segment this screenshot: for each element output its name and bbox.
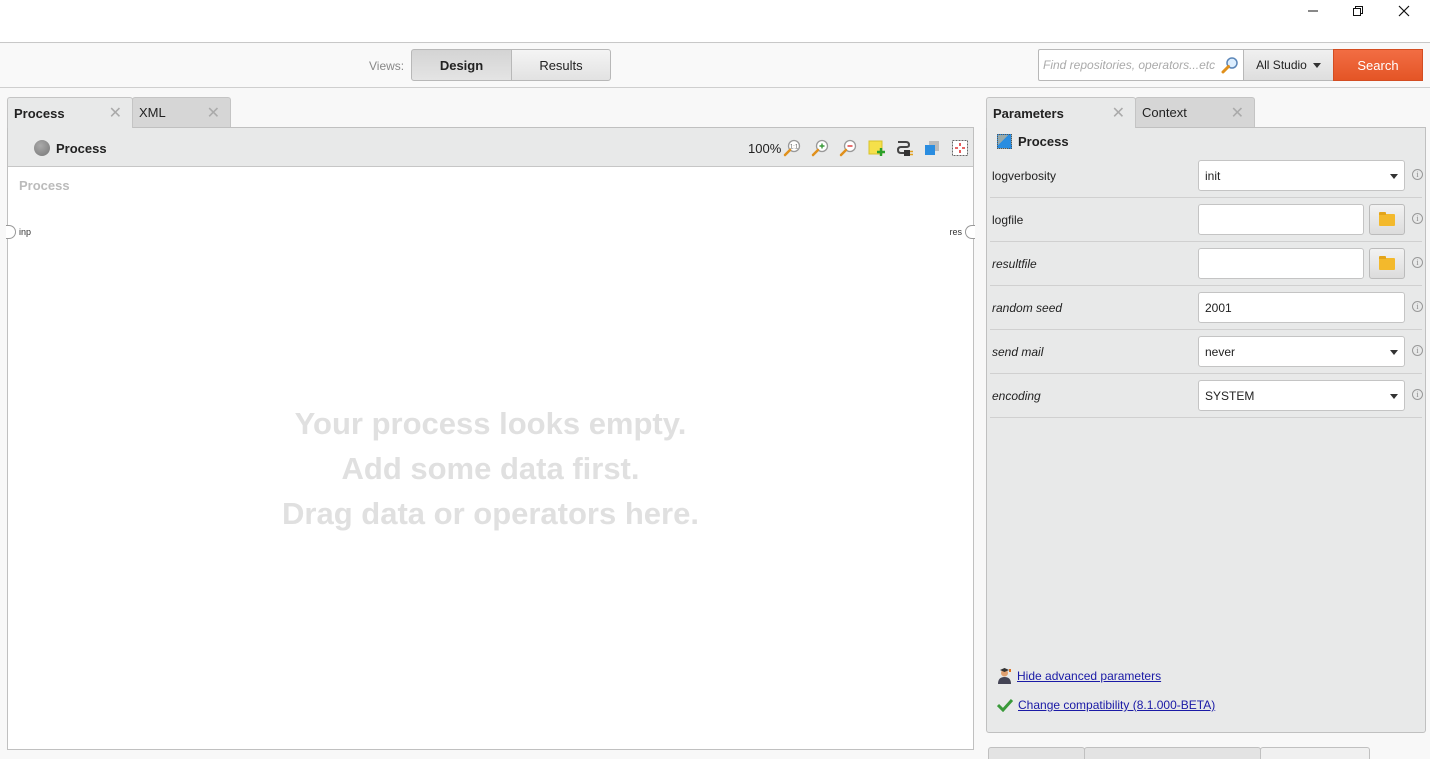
- close-icon: [1398, 5, 1409, 17]
- auto-wire-icon[interactable]: [894, 138, 914, 158]
- empty-message-line: Add some data first.: [341, 451, 640, 486]
- param-label: send mail: [992, 345, 1044, 359]
- operator-name: Process: [1018, 134, 1069, 149]
- zoom-in-icon[interactable]: [810, 138, 830, 158]
- input-port-label: inp: [19, 227, 32, 237]
- browse-logfile-button[interactable]: [1369, 204, 1405, 235]
- change-compatibility-link[interactable]: Change compatibility (8.1.000-BETA): [1018, 698, 1215, 712]
- tab-xml[interactable]: XML ✕: [132, 97, 231, 127]
- parameters-panel: Process logverbosity init i logfile i re…: [986, 127, 1426, 733]
- send-mail-select[interactable]: never: [1198, 336, 1405, 367]
- random-seed-input[interactable]: 2001: [1198, 292, 1405, 323]
- chevron-down-icon: [1312, 62, 1321, 68]
- restore-button[interactable]: [1335, 0, 1380, 22]
- process-header: Process 100% 1:1: [8, 128, 973, 167]
- param-label: encoding: [992, 389, 1041, 403]
- resultfile-input[interactable]: [1198, 248, 1364, 279]
- info-icon[interactable]: i: [1412, 345, 1423, 356]
- restore-icon: [1352, 6, 1363, 16]
- bottom-tab[interactable]: [1260, 747, 1370, 759]
- info-icon[interactable]: i: [1412, 257, 1423, 268]
- arrange-icon[interactable]: [922, 138, 942, 158]
- search-scope-dropdown[interactable]: All Studio: [1243, 49, 1334, 81]
- tab-label: XML: [139, 105, 166, 120]
- input-port[interactable]: [6, 225, 16, 239]
- views-label: Views:: [369, 59, 405, 73]
- param-row-send-mail: send mail never i: [990, 330, 1423, 374]
- browse-resultfile-button[interactable]: [1369, 248, 1405, 279]
- chevron-down-icon: [1390, 350, 1398, 355]
- search-scope-value: All Studio: [1256, 58, 1307, 72]
- minimize-button[interactable]: [1290, 0, 1335, 22]
- view-results-button[interactable]: Results: [511, 49, 611, 81]
- add-note-icon[interactable]: [866, 138, 886, 158]
- tab-label: Parameters: [993, 105, 1064, 121]
- search-input[interactable]: [1039, 50, 1219, 80]
- tab-label: Process: [14, 105, 65, 121]
- checkmark-icon: [997, 698, 1013, 712]
- bottom-tab[interactable]: [988, 747, 1085, 759]
- hide-advanced-parameters-link[interactable]: Hide advanced parameters: [1017, 669, 1161, 683]
- encoding-select[interactable]: SYSTEM: [1198, 380, 1405, 411]
- process-panel: Process 100% 1:1 Process inp res Your pr…: [6, 127, 975, 750]
- close-tab-icon[interactable]: ✕: [1112, 103, 1125, 123]
- close-window-button[interactable]: [1381, 0, 1426, 22]
- operator-icon: [997, 134, 1012, 149]
- close-tab-icon[interactable]: ✕: [207, 103, 220, 123]
- info-icon[interactable]: i: [1412, 389, 1423, 400]
- chevron-down-icon: [1390, 174, 1398, 179]
- param-label: resultfile: [992, 257, 1037, 271]
- search-button[interactable]: Search: [1333, 49, 1423, 81]
- compatibility-row: Change compatibility (8.1.000-BETA): [997, 698, 1215, 712]
- search-icon[interactable]: [1221, 56, 1239, 74]
- zoom-reset-icon[interactable]: 1:1: [782, 138, 802, 158]
- process-breadcrumb[interactable]: Process: [56, 141, 107, 156]
- expert-user-icon: [998, 668, 1011, 684]
- select-value: never: [1205, 344, 1236, 359]
- param-row-resultfile: resultfile i: [990, 242, 1423, 286]
- view-design-button[interactable]: Design: [411, 49, 512, 81]
- parameters-operator-header: Process: [997, 134, 1069, 149]
- param-label: random seed: [992, 301, 1063, 315]
- parent-process-icon[interactable]: [34, 140, 50, 156]
- title-bar: [0, 0, 1430, 43]
- logverbosity-select[interactable]: init: [1198, 160, 1405, 191]
- close-tab-icon[interactable]: ✕: [1231, 103, 1244, 123]
- info-icon[interactable]: i: [1412, 213, 1423, 224]
- empty-message-line: Drag data or operators here.: [282, 496, 699, 531]
- info-icon[interactable]: i: [1412, 301, 1423, 312]
- zoom-out-icon[interactable]: [838, 138, 858, 158]
- fit-to-view-icon[interactable]: [950, 138, 970, 158]
- tab-label: Context: [1142, 105, 1187, 120]
- tab-parameters[interactable]: Parameters ✕: [986, 97, 1136, 128]
- param-label: logverbosity: [992, 169, 1057, 183]
- output-port[interactable]: [965, 225, 975, 239]
- select-value: init: [1205, 168, 1221, 183]
- param-row-encoding: encoding SYSTEM i: [990, 374, 1423, 418]
- param-label: logfile: [992, 213, 1024, 227]
- tab-context[interactable]: Context ✕: [1135, 97, 1255, 127]
- hide-advanced-row: Hide advanced parameters: [997, 668, 1161, 684]
- info-icon[interactable]: i: [1412, 169, 1423, 180]
- empty-message-line: Your process looks empty.: [294, 406, 687, 441]
- logfile-input[interactable]: [1198, 204, 1364, 235]
- bottom-tab[interactable]: [1084, 747, 1261, 759]
- main-toolbar: Views: Design Results All Studio Search: [0, 44, 1430, 88]
- minimize-icon: [1307, 10, 1318, 12]
- folder-icon: [1379, 211, 1395, 226]
- empty-process-message: Your process looks empty. Add some data …: [8, 401, 973, 536]
- output-port-label: res: [949, 227, 962, 237]
- zoom-level: 100%: [748, 141, 782, 156]
- folder-icon: [1379, 255, 1395, 270]
- select-value: SYSTEM: [1205, 388, 1255, 403]
- search-box: [1038, 49, 1244, 81]
- close-tab-icon[interactable]: ✕: [109, 103, 122, 123]
- param-row-random-seed: random seed 2001 i: [990, 286, 1423, 330]
- param-row-logverbosity: logverbosity init i: [990, 154, 1423, 198]
- canvas-process-label: Process: [19, 178, 70, 193]
- tab-process[interactable]: Process ✕: [7, 97, 133, 128]
- chevron-down-icon: [1390, 394, 1398, 399]
- param-row-logfile: logfile i: [990, 198, 1423, 242]
